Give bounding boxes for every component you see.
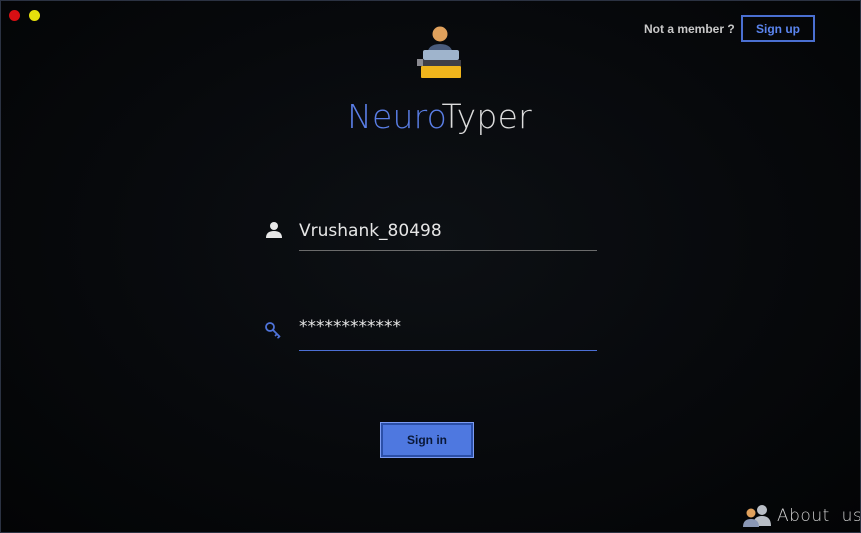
- close-window-button[interactable]: [9, 10, 20, 21]
- people-icon: [743, 505, 771, 527]
- about-us-link[interactable]: About us: [742, 504, 861, 528]
- member-prompt: Not a member ?: [644, 22, 735, 36]
- sign-up-button[interactable]: Sign up: [741, 15, 815, 42]
- app-title: NeuroTyper: [1, 97, 860, 136]
- password-input[interactable]: ************: [299, 314, 597, 351]
- key-icon: [265, 322, 281, 339]
- person-typing-icon: [417, 26, 461, 78]
- login-window: Not a member ? Sign up NeuroTyper Vrusha…: [0, 0, 861, 533]
- sign-in-button[interactable]: Sign in: [380, 422, 474, 458]
- minimize-window-button[interactable]: [29, 10, 40, 21]
- app-title-neuro: Neuro: [347, 97, 442, 136]
- app-title-typer: Typer: [441, 97, 532, 136]
- about-us-label: About us: [777, 506, 861, 526]
- username-input[interactable]: Vrushank_80498: [299, 217, 597, 251]
- user-icon: [266, 222, 282, 238]
